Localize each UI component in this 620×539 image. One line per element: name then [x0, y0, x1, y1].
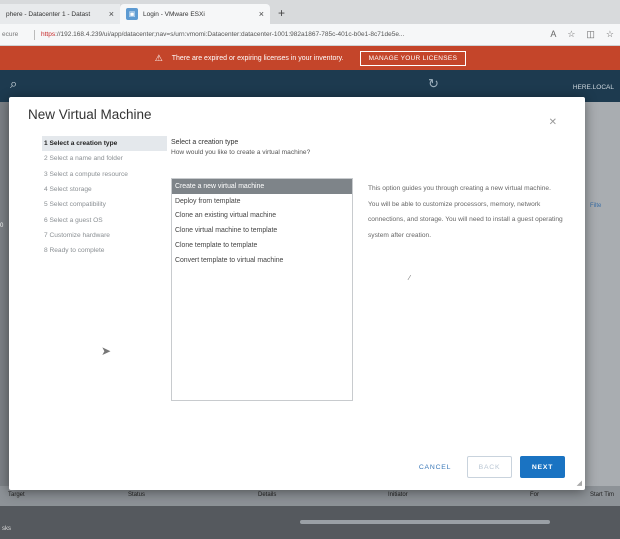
- wizard-step: 8 Ready to complete: [44, 247, 105, 255]
- address-bar-actions: A ☆ ◫ ☆: [550, 29, 620, 40]
- close-icon[interactable]: ×: [109, 9, 114, 19]
- search-icon[interactable]: ⌕: [10, 76, 17, 92]
- url-scheme: https: [41, 31, 56, 38]
- column-header: Start Tim: [590, 492, 615, 498]
- browser-tab-strip: phere - Datacenter 1 - Datast × ▣ Login …: [0, 0, 620, 24]
- wizard-step: 2 Select a name and folder: [44, 155, 123, 163]
- vmware-icon: ▣: [126, 8, 138, 20]
- favorites-icon[interactable]: ☆: [606, 29, 614, 40]
- security-label: ecure: [2, 31, 19, 38]
- creation-type-option[interactable]: Clone an existing virtual machine: [172, 209, 352, 224]
- creation-type-option[interactable]: Deploy from template: [172, 194, 352, 209]
- tasks-label: sks: [2, 526, 11, 532]
- wizard-steps: 1 Select a creation type 2 Select a name…: [42, 136, 167, 258]
- address-bar[interactable]: ecure https ://192.168.4.239/ui/app/data…: [0, 24, 620, 46]
- read-aloud-icon[interactable]: A: [550, 29, 556, 40]
- manage-licenses-button[interactable]: MANAGE YOUR LICENSES: [359, 50, 467, 66]
- step-heading: Select a creation type: [171, 139, 239, 146]
- next-button[interactable]: NEXT: [520, 456, 565, 478]
- wizard-step: 7 Customize hardware: [44, 231, 110, 239]
- new-vm-dialog: New Virtual Machine ✕ 1 Select a creatio…: [9, 97, 585, 490]
- background-label: 0: [0, 223, 4, 229]
- tab-esxi-login[interactable]: ▣ Login - VMware ESXi ×: [120, 4, 270, 24]
- dialog-footer: CANCEL BACK NEXT: [411, 456, 565, 478]
- column-header: Status: [128, 492, 146, 498]
- tab-label: Login - VMware ESXi: [143, 10, 205, 18]
- close-icon[interactable]: ×: [259, 9, 264, 19]
- split-screen-icon[interactable]: ◫: [586, 29, 595, 40]
- creation-type-option[interactable]: Clone template to template: [172, 238, 352, 253]
- cancel-button[interactable]: CANCEL: [411, 456, 459, 478]
- step-subheading: How would you like to create a virtual m…: [171, 149, 311, 156]
- column-header: For: [530, 492, 539, 498]
- creation-type-list[interactable]: Create a new virtual machine Deploy from…: [171, 178, 353, 401]
- recent-tasks-panel: sks: [0, 506, 620, 539]
- divider: [34, 29, 35, 40]
- user-menu[interactable]: HERE.LOCAL: [573, 84, 614, 91]
- column-header: Initiator: [388, 492, 408, 498]
- screen: phere - Datacenter 1 - Datast × ▣ Login …: [0, 0, 620, 539]
- tab-vsphere[interactable]: phere - Datacenter 1 - Datast ×: [0, 4, 120, 24]
- refresh-icon[interactable]: ↻: [428, 76, 439, 92]
- banner-text: There are expired or expiring licenses i…: [171, 54, 344, 62]
- horizontal-scrollbar[interactable]: [300, 520, 550, 524]
- step-content-header: Select a creation type How would you lik…: [171, 139, 571, 156]
- creation-type-option[interactable]: Convert template to virtual machine: [172, 253, 352, 268]
- close-icon[interactable]: ✕: [549, 117, 557, 128]
- text-cursor-icon: ⁄: [409, 275, 411, 282]
- wizard-step[interactable]: 1 Select a creation type: [42, 136, 167, 152]
- filter-label[interactable]: Filte: [590, 203, 601, 209]
- creation-type-description: This option guides you through creating …: [368, 185, 563, 239]
- warning-icon: ⚠: [154, 52, 163, 63]
- creation-type-option[interactable]: Clone virtual machine to template: [172, 223, 352, 238]
- creation-type-option[interactable]: Create a new virtual machine: [172, 179, 352, 194]
- new-tab-button[interactable]: +: [278, 6, 285, 24]
- mouse-pointer-icon: ➤: [101, 344, 112, 358]
- wizard-step: 6 Select a guest OS: [44, 216, 103, 224]
- column-header: Target: [8, 492, 25, 498]
- star-icon[interactable]: ☆: [567, 29, 575, 40]
- resize-handle-icon[interactable]: ◢: [577, 479, 582, 487]
- wizard-step: 4 Select storage: [44, 186, 92, 194]
- dialog-title: New Virtual Machine: [28, 107, 152, 122]
- column-header: Details: [258, 492, 277, 498]
- url-text: ://192.168.4.239/ui/app/datacenter;nav=s…: [55, 31, 405, 38]
- license-banner: ⚠ There are expired or expiring licenses…: [0, 46, 620, 70]
- wizard-step: 5 Select compatibility: [44, 201, 106, 209]
- wizard-step: 3 Select a compute resource: [44, 170, 128, 178]
- back-button[interactable]: BACK: [467, 456, 512, 478]
- background-right-panel: [584, 102, 620, 539]
- tab-label: phere - Datacenter 1 - Datast: [6, 10, 91, 18]
